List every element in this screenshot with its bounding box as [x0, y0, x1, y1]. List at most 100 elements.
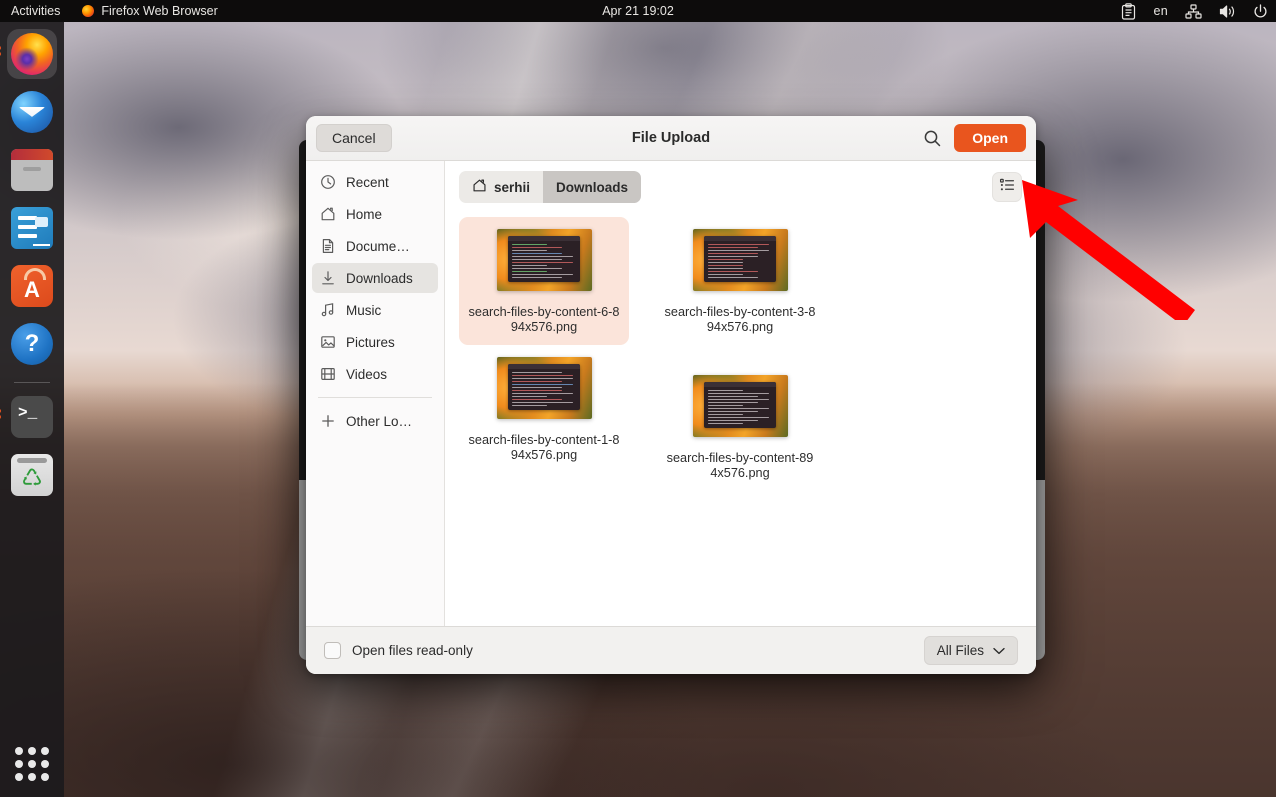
sidebar-item-other-locations[interactable]: Other Lo… — [312, 406, 438, 436]
breadcrumb-item-serhii[interactable]: serhii — [459, 171, 543, 203]
thunderbird-icon — [11, 91, 53, 133]
thumbnail-terminal — [704, 236, 776, 282]
ubuntu-software-icon — [11, 265, 53, 307]
sidebar-item-pictures[interactable]: Pictures — [312, 327, 438, 357]
volume-icon[interactable] — [1219, 4, 1236, 19]
dock-item-firefox[interactable] — [7, 29, 57, 79]
sidebar-item-videos[interactable]: Videos — [312, 359, 438, 389]
line — [708, 265, 744, 266]
activities-button[interactable]: Activities — [0, 4, 72, 18]
film-icon — [320, 366, 336, 382]
places-sidebar: Recent Home Docume… — [306, 161, 445, 626]
checkbox-box[interactable] — [324, 642, 341, 659]
sidebar-item-label: Home — [346, 207, 382, 222]
sidebar-item-label: Other Lo… — [346, 414, 412, 429]
line — [708, 411, 759, 412]
line — [512, 247, 563, 248]
grid-dot — [15, 760, 23, 768]
line — [708, 420, 759, 421]
line — [512, 268, 563, 269]
line — [708, 247, 759, 248]
view-toggle-button[interactable] — [992, 172, 1022, 202]
file-item[interactable]: search-files-by-content-3-894x576.png — [655, 217, 825, 345]
line — [512, 253, 563, 254]
thumbnail-terminal — [508, 364, 580, 410]
grid-dot — [28, 773, 36, 781]
filter-label: All Files — [937, 643, 984, 658]
breadcrumb-item-downloads[interactable]: Downloads — [543, 171, 641, 203]
app-menu-button[interactable]: Firefox Web Browser — [72, 4, 227, 18]
cancel-button[interactable]: Cancel — [316, 124, 392, 152]
sidebar-item-home[interactable]: Home — [312, 199, 438, 229]
home-icon — [320, 206, 336, 222]
sidebar-item-recent[interactable]: Recent — [312, 167, 438, 197]
line — [512, 405, 548, 406]
line — [708, 417, 770, 418]
breadcrumb-label: serhii — [494, 180, 530, 195]
dialog-footer: Open files read-only All Files — [306, 626, 1036, 674]
clipboard-icon[interactable] — [1121, 3, 1136, 20]
file-item[interactable]: search-files-by-content-894x576.png — [655, 363, 825, 491]
search-icon[interactable] — [923, 129, 942, 148]
open-read-only-checkbox[interactable]: Open files read-only — [324, 642, 473, 659]
grid-dot — [41, 760, 49, 768]
dock-item-help[interactable]: ? — [7, 319, 57, 369]
file-item[interactable]: search-files-by-content-6-894x576.png — [459, 217, 629, 345]
files-folder-icon — [11, 149, 53, 191]
trash-icon — [11, 454, 53, 496]
open-button[interactable]: Open — [954, 124, 1026, 152]
grid-dot — [41, 773, 49, 781]
download-icon — [320, 270, 336, 286]
line — [512, 384, 574, 385]
line — [512, 390, 563, 391]
power-icon[interactable] — [1253, 4, 1268, 19]
file-browser-content: serhii Downloads — [445, 161, 1036, 626]
network-icon[interactable] — [1185, 4, 1202, 19]
line — [708, 414, 744, 415]
file-item[interactable]: search-files-by-content-1-894x576.png — [459, 345, 629, 491]
line — [512, 265, 548, 266]
line — [708, 408, 770, 409]
sidebar-item-music[interactable]: Music — [312, 295, 438, 325]
chevron-down-icon — [993, 643, 1005, 658]
line — [708, 274, 744, 275]
thumbnail-terminal — [508, 236, 580, 282]
breadcrumb: serhii Downloads — [459, 171, 641, 203]
show-applications-button[interactable] — [15, 747, 49, 781]
line — [708, 423, 744, 424]
document-icon — [320, 238, 336, 254]
line — [708, 256, 759, 257]
dock-item-thunderbird[interactable] — [7, 87, 57, 137]
terminal-icon: >_ — [11, 396, 53, 438]
line — [708, 390, 744, 391]
line — [708, 405, 744, 406]
dock-item-terminal[interactable]: >_ — [7, 392, 57, 442]
thumbnail-text-lines — [708, 390, 773, 425]
grid-dot — [15, 773, 23, 781]
image-icon — [320, 334, 336, 350]
line — [512, 387, 563, 388]
line — [708, 268, 744, 269]
line — [512, 259, 563, 260]
dock-item-trash[interactable] — [7, 450, 57, 500]
firefox-icon — [11, 33, 53, 75]
language-indicator[interactable]: en — [1153, 4, 1168, 18]
line — [708, 259, 744, 260]
line — [512, 274, 574, 275]
file-thumbnail — [693, 375, 788, 437]
line — [512, 381, 563, 382]
sidebar-item-label: Docume… — [346, 239, 410, 254]
dock-item-software[interactable] — [7, 261, 57, 311]
line — [708, 250, 770, 251]
dock-item-writer[interactable] — [7, 203, 57, 253]
sidebar-item-downloads[interactable]: Downloads — [312, 263, 438, 293]
line — [512, 402, 574, 403]
sidebar-item-documents[interactable]: Docume… — [312, 231, 438, 261]
dock-item-files[interactable] — [7, 145, 57, 195]
path-bar: serhii Downloads — [445, 161, 1036, 213]
file-thumbnail — [497, 357, 592, 419]
file-filter-dropdown[interactable]: All Files — [924, 636, 1018, 665]
line — [708, 244, 770, 245]
line — [708, 399, 770, 400]
file-name: search-files-by-content-6-894x576.png — [468, 305, 620, 335]
